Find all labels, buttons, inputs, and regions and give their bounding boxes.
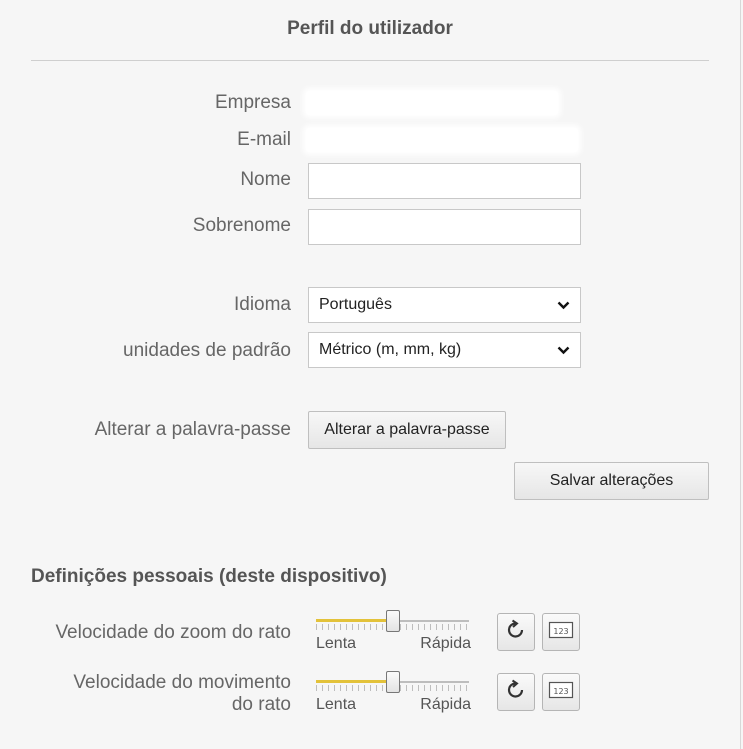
email-value-redacted [306, 128, 578, 152]
language-label: Idioma [233, 294, 291, 315]
chevron-down-icon [556, 343, 570, 357]
move-speed-slider[interactable]: Lenta Rápida [316, 669, 471, 713]
move-speed-label-line1: Velocidade do movimento [73, 672, 291, 693]
units-label: unidades de padrão [123, 340, 291, 361]
zoom-reset-button[interactable] [497, 613, 535, 651]
svg-text:123: 123 [553, 687, 568, 696]
move-numeric-button[interactable]: 123 [542, 673, 580, 711]
slider-thumb[interactable] [386, 671, 400, 693]
units-select[interactable]: Métrico (m, mm, kg) [308, 332, 581, 368]
move-speed-label-line2: do rato [231, 694, 291, 715]
numeric-input-icon: 123 [548, 620, 574, 645]
company-value-redacted [306, 91, 558, 115]
numeric-input-icon: 123 [548, 680, 574, 705]
language-select-value: Português [319, 296, 392, 313]
chevron-down-icon [556, 298, 570, 312]
move-reset-button[interactable] [497, 673, 535, 711]
slider-thumb[interactable] [386, 610, 400, 632]
svg-text:123: 123 [553, 627, 568, 636]
zoom-numeric-button[interactable]: 123 [542, 613, 580, 651]
change-password-button[interactable]: Alterar a palavra-passe [308, 411, 506, 449]
slider-fill [316, 680, 393, 683]
first-name-label: Nome [240, 169, 291, 190]
reset-icon [503, 617, 529, 648]
slider-max-label: Rápida [420, 696, 471, 713]
change-password-label: Alterar a palavra-passe [94, 419, 291, 440]
save-changes-button[interactable]: Salvar alterações [514, 462, 709, 500]
last-name-label: Sobrenome [192, 215, 291, 236]
zoom-speed-label: Velocidade do zoom do rato [55, 622, 291, 643]
slider-min-label: Lenta [316, 696, 357, 713]
last-name-input[interactable] [308, 209, 581, 245]
slider-min-label: Lenta [316, 635, 357, 652]
title-divider [31, 60, 709, 61]
units-select-value: Métrico (m, mm, kg) [319, 341, 462, 358]
page-title: Perfil do utilizador [287, 18, 453, 39]
panel-right-border [740, 0, 741, 749]
reset-icon [503, 677, 529, 708]
email-label: E-mail [237, 129, 291, 150]
slider-fill [316, 619, 393, 622]
language-select[interactable]: Português [308, 287, 581, 323]
first-name-input[interactable] [308, 163, 581, 199]
company-label: Empresa [214, 92, 291, 113]
slider-max-label: Rápida [420, 635, 471, 652]
personal-settings-title: Definições pessoais (deste dispositivo) [31, 566, 387, 587]
zoom-speed-slider[interactable]: Lenta Rápida [316, 608, 471, 652]
